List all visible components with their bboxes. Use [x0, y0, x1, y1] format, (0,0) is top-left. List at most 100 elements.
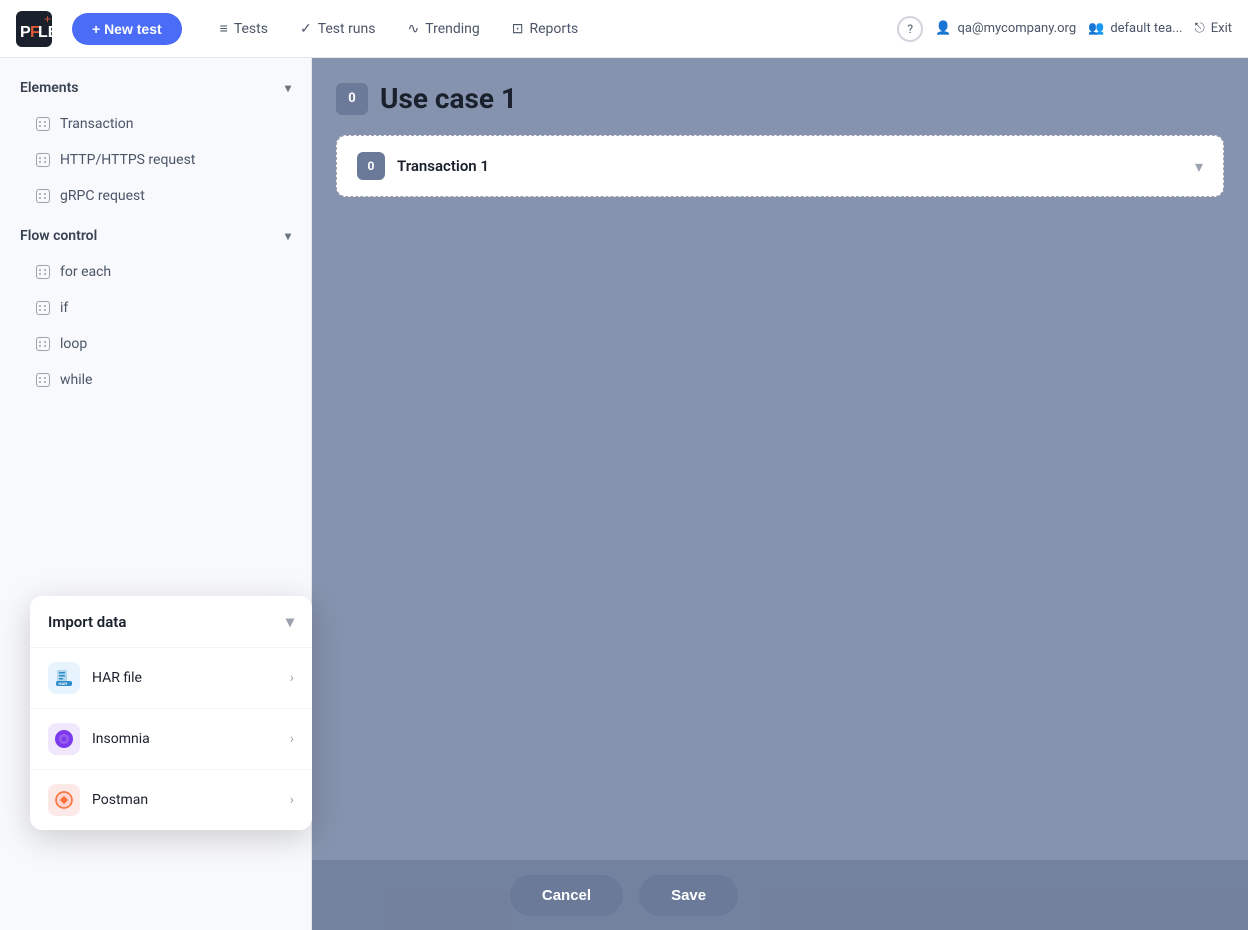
- transaction-left: 0 Transaction 1: [357, 152, 489, 180]
- import-data-header: Import data ▾: [30, 596, 312, 648]
- top-navigation: P F LB + + New test ≡ Tests ✓ Test runs …: [0, 0, 1248, 58]
- team-selector[interactable]: 👥 default tea...: [1088, 21, 1182, 36]
- cancel-button[interactable]: Cancel: [510, 875, 623, 916]
- check-icon: ✓: [300, 21, 312, 37]
- insomnia-icon-svg: [53, 728, 75, 750]
- grpc-request-label: gRPC request: [60, 188, 145, 204]
- har-icon-svg: HAR: [54, 668, 74, 688]
- http-request-label: HTTP/HTTPS request: [60, 152, 195, 168]
- svg-text:HAR: HAR: [59, 681, 68, 686]
- import-data-popup: Import data ▾ HAR HAR file ›: [30, 596, 312, 830]
- drag-handle-transaction: [36, 117, 50, 131]
- team-icon: 👥: [1088, 21, 1104, 36]
- drag-handle-grpc: [36, 189, 50, 203]
- drag-handle-for-each: [36, 265, 50, 279]
- nav-item-test-runs[interactable]: ✓ Test runs: [286, 15, 390, 43]
- reports-label: Reports: [529, 21, 578, 37]
- main-layout: Elements ▾ Transaction: [0, 58, 1248, 930]
- use-case-title: Use case 1: [380, 82, 517, 115]
- drag-handle-loop: [36, 337, 50, 351]
- sidebar-item-loop[interactable]: loop: [0, 326, 311, 362]
- list-icon: ≡: [220, 20, 228, 37]
- drag-handle-if: [36, 301, 50, 315]
- import-data-title: Import data: [48, 613, 126, 631]
- har-file-label: HAR file: [92, 670, 142, 686]
- trending-icon: ∿: [408, 21, 420, 37]
- import-data-chevron-icon: ▾: [286, 612, 294, 631]
- sidebar-section-elements: Elements ▾ Transaction: [0, 70, 311, 214]
- import-item-postman-left: Postman: [48, 784, 148, 816]
- new-test-button[interactable]: + New test: [72, 13, 182, 45]
- insomnia-chevron-icon: ›: [290, 731, 294, 747]
- transaction-chevron-icon: ▾: [1195, 157, 1203, 176]
- drag-dots: [39, 121, 47, 127]
- use-case-header: 0 Use case 1: [336, 82, 1224, 115]
- for-each-label: for each: [60, 264, 111, 280]
- if-label: if: [60, 300, 68, 316]
- loop-label: loop: [60, 336, 87, 352]
- exit-label: Exit: [1211, 21, 1232, 36]
- drag-handle-http: [36, 153, 50, 167]
- nav-right: ? 👤 qa@mycompany.org 👥 default tea... ⎋ …: [897, 16, 1232, 42]
- transaction-name: Transaction 1: [397, 157, 489, 175]
- postman-icon: [48, 784, 80, 816]
- har-file-icon: HAR: [48, 662, 80, 694]
- transaction-card: 0 Transaction 1 ▾: [336, 135, 1224, 197]
- postman-label: Postman: [92, 792, 148, 808]
- har-file-chevron-icon: ›: [290, 670, 294, 686]
- import-item-har-left: HAR HAR file: [48, 662, 142, 694]
- test-runs-label: Test runs: [318, 21, 376, 37]
- user-icon: 👤: [935, 21, 951, 36]
- tests-label: Tests: [234, 21, 268, 37]
- sidebar-item-while[interactable]: while: [0, 362, 311, 398]
- logo: P F LB +: [16, 11, 52, 47]
- team-name: default tea...: [1110, 21, 1182, 36]
- insomnia-label: Insomnia: [92, 731, 150, 747]
- sidebar-item-http-request[interactable]: HTTP/HTTPS request: [0, 142, 311, 178]
- sidebar-item-if[interactable]: if: [0, 290, 311, 326]
- user-email: qa@mycompany.org: [957, 21, 1076, 36]
- main-content: 0 Use case 1 0 Transaction 1 ▾: [312, 58, 1248, 930]
- sidebar-item-transaction[interactable]: Transaction: [0, 106, 311, 142]
- import-item-postman[interactable]: Postman ›: [30, 770, 312, 830]
- nav-item-tests[interactable]: ≡ Tests: [206, 14, 282, 43]
- sidebar-item-for-each[interactable]: for each: [0, 254, 311, 290]
- drag-dots: [39, 377, 47, 383]
- elements-section-header[interactable]: Elements ▾: [0, 70, 311, 106]
- import-item-insomnia-left: Insomnia: [48, 723, 150, 755]
- import-item-har-file[interactable]: HAR HAR file ›: [30, 648, 312, 709]
- trending-label: Trending: [425, 21, 480, 37]
- drag-dots: [39, 193, 47, 199]
- svg-text:+: +: [44, 12, 51, 26]
- insomnia-icon: [48, 723, 80, 755]
- nav-items: ≡ Tests ✓ Test runs ∿ Trending ⊡ Reports: [206, 14, 890, 43]
- help-button[interactable]: ?: [897, 16, 923, 42]
- drag-dots: [39, 341, 47, 347]
- exit-icon: ⎋: [1194, 21, 1204, 36]
- drag-dots: [39, 269, 47, 275]
- elements-section-label: Elements: [20, 80, 78, 96]
- while-label: while: [60, 372, 92, 388]
- flow-control-section-label: Flow control: [20, 228, 97, 244]
- postman-icon-svg: [53, 789, 75, 811]
- transaction-header[interactable]: 0 Transaction 1 ▾: [337, 136, 1223, 196]
- nav-item-trending[interactable]: ∿ Trending: [394, 15, 494, 43]
- svg-text:LB: LB: [38, 24, 52, 41]
- reports-icon: ⊡: [512, 21, 524, 37]
- transaction-label: Transaction: [60, 116, 134, 132]
- drag-dots: [39, 305, 47, 311]
- use-case-badge: 0: [336, 83, 368, 115]
- nav-item-reports[interactable]: ⊡ Reports: [498, 15, 593, 43]
- save-button[interactable]: Save: [639, 875, 738, 916]
- drag-handle-while: [36, 373, 50, 387]
- exit-button[interactable]: ⎋ Exit: [1194, 21, 1232, 36]
- drag-dots: [39, 157, 47, 163]
- flow-control-chevron-icon: ▾: [285, 229, 291, 243]
- flow-control-section-header[interactable]: Flow control ▾: [0, 218, 311, 254]
- elements-chevron-icon: ▾: [285, 81, 291, 95]
- user-account[interactable]: 👤 qa@mycompany.org: [935, 21, 1076, 36]
- postman-chevron-icon: ›: [290, 792, 294, 808]
- sidebar-item-grpc-request[interactable]: gRPC request: [0, 178, 311, 214]
- transaction-badge: 0: [357, 152, 385, 180]
- import-item-insomnia[interactable]: Insomnia ›: [30, 709, 312, 770]
